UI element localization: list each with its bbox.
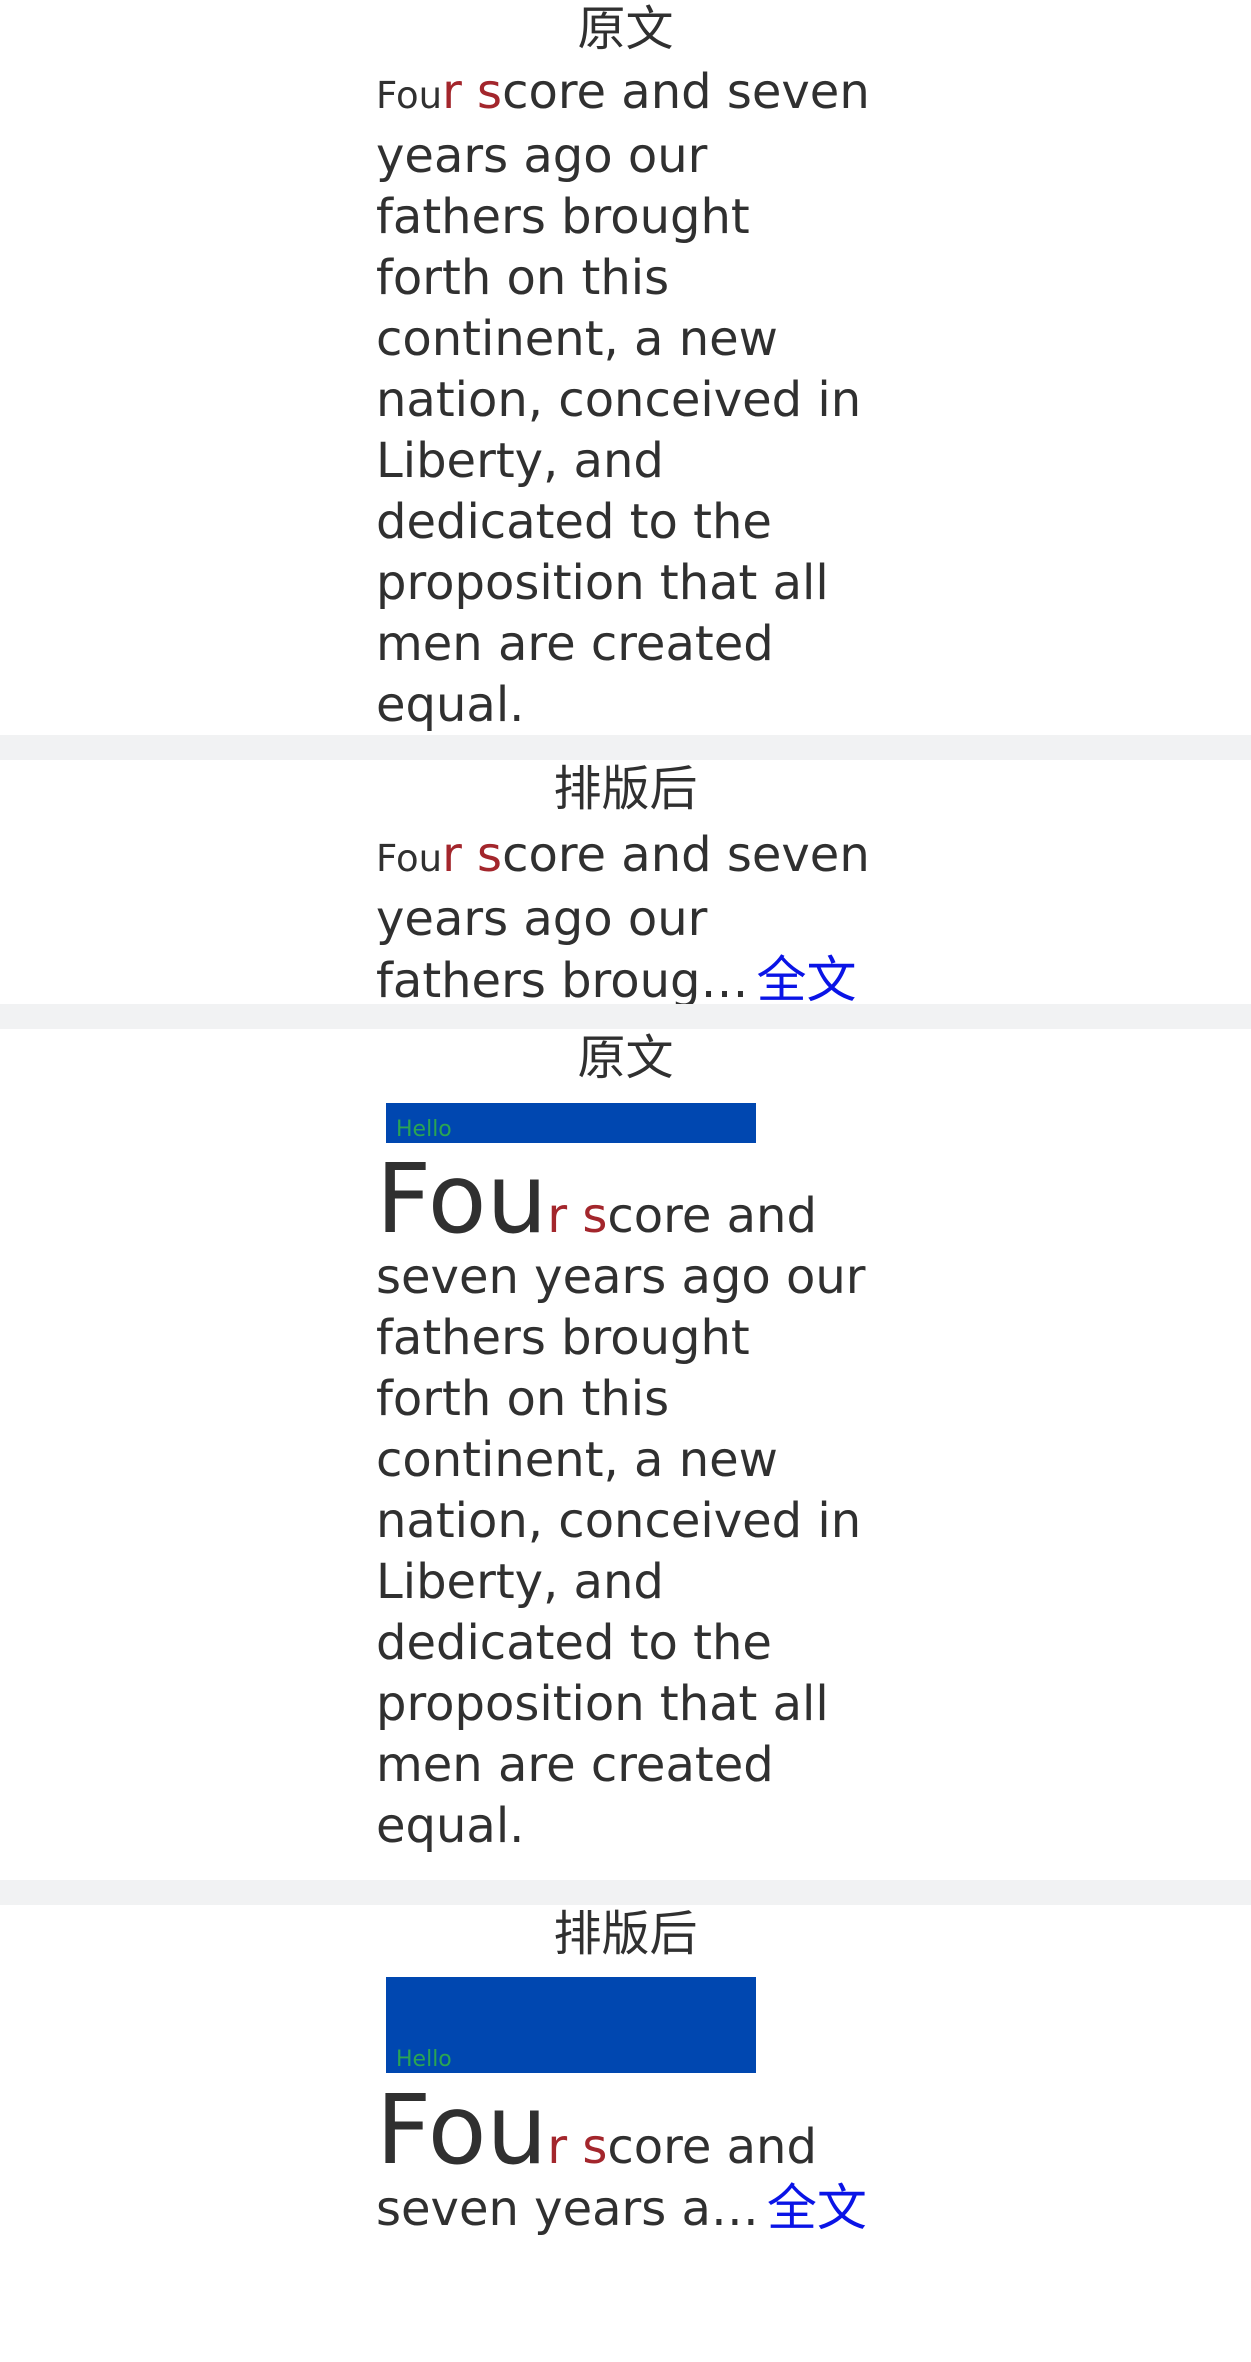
body-text: core and seven years ago our fathers bro… <box>376 1188 866 1854</box>
body-line-1: core and seven <box>502 827 870 883</box>
lead-red-text: r s <box>442 827 503 883</box>
read-more-link[interactable]: 全文 <box>767 2179 867 2237</box>
body-line-2: years ago our <box>376 891 708 947</box>
paragraph-text: Four score and seven years ago our fathe… <box>376 1151 876 1857</box>
lead-big-text: Fou <box>376 1143 548 1255</box>
lead-small-text: Fou <box>376 837 443 880</box>
laid-out-section-2: 排版后 Hello Four score and seven years a… 全… <box>0 1905 1251 2362</box>
read-more-link[interactable]: 全文 <box>757 951 857 1009</box>
section-title: 排版后 <box>553 1906 698 1962</box>
lead-red-text: r s <box>547 2119 608 2175</box>
truncated-paragraph: Four score and seven years a… 全文 <box>376 2082 876 2240</box>
section-title: 排版后 <box>553 761 698 817</box>
hello-label: Hello <box>396 2047 452 2072</box>
lead-big-text: Fou <box>376 2074 548 2186</box>
section-divider <box>0 1004 1251 1029</box>
original-section-2: 原文 Hello Four score and seven years ago … <box>0 1029 1251 1880</box>
original-section-1: 原文 Four score and seven years ago our fa… <box>0 0 1251 735</box>
truncated-paragraph: Four score and seven years ago our fathe… <box>376 825 876 1012</box>
section-title: 原文 <box>577 1 674 57</box>
body-line-3: fathers broug… <box>376 953 749 1009</box>
lead-small-text: Fou <box>376 74 443 117</box>
lead-red-text: r s <box>442 64 503 120</box>
hello-banner: Hello <box>386 1977 756 2073</box>
laid-out-section-1: 排版后 Four score and seven years ago our f… <box>0 760 1251 1009</box>
section-divider <box>0 735 1251 760</box>
paragraph-text: Four score and seven years ago our fathe… <box>376 62 876 736</box>
body-line-2: seven years a… <box>376 2181 759 2237</box>
section-title: 原文 <box>577 1030 674 1086</box>
section-divider <box>0 1880 1251 1905</box>
hello-banner: Hello <box>386 1103 756 1143</box>
lead-red-text: r s <box>547 1188 608 1244</box>
body-text: core and seven years ago our fathers bro… <box>376 64 870 733</box>
body-line-1: core and <box>607 2119 817 2175</box>
hello-label: Hello <box>396 1117 452 1142</box>
